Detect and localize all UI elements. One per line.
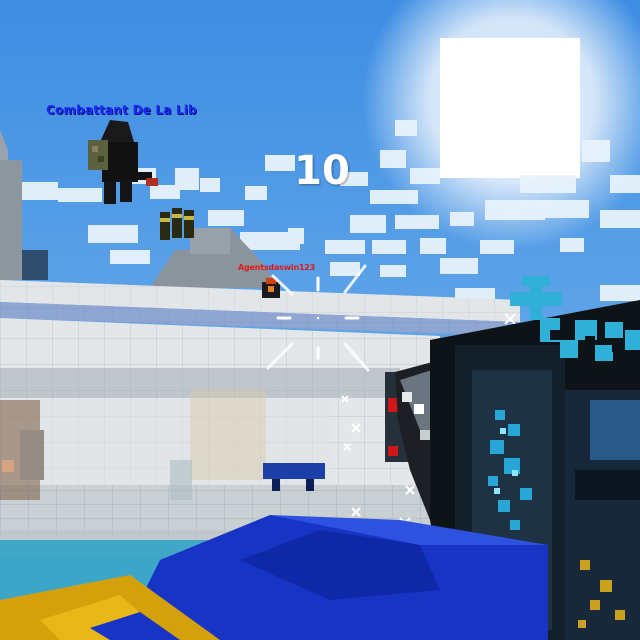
ammo-pickup-icon[interactable] [160, 208, 194, 240]
countdown-timer: 10 [294, 148, 350, 194]
player-nametag: Combattant De La Lib [46, 103, 197, 117]
sun [440, 38, 580, 178]
tiled-wall [0, 318, 440, 490]
enemy-nametag: Agentsdaswin123 [238, 263, 316, 272]
game-scene [0, 0, 640, 640]
